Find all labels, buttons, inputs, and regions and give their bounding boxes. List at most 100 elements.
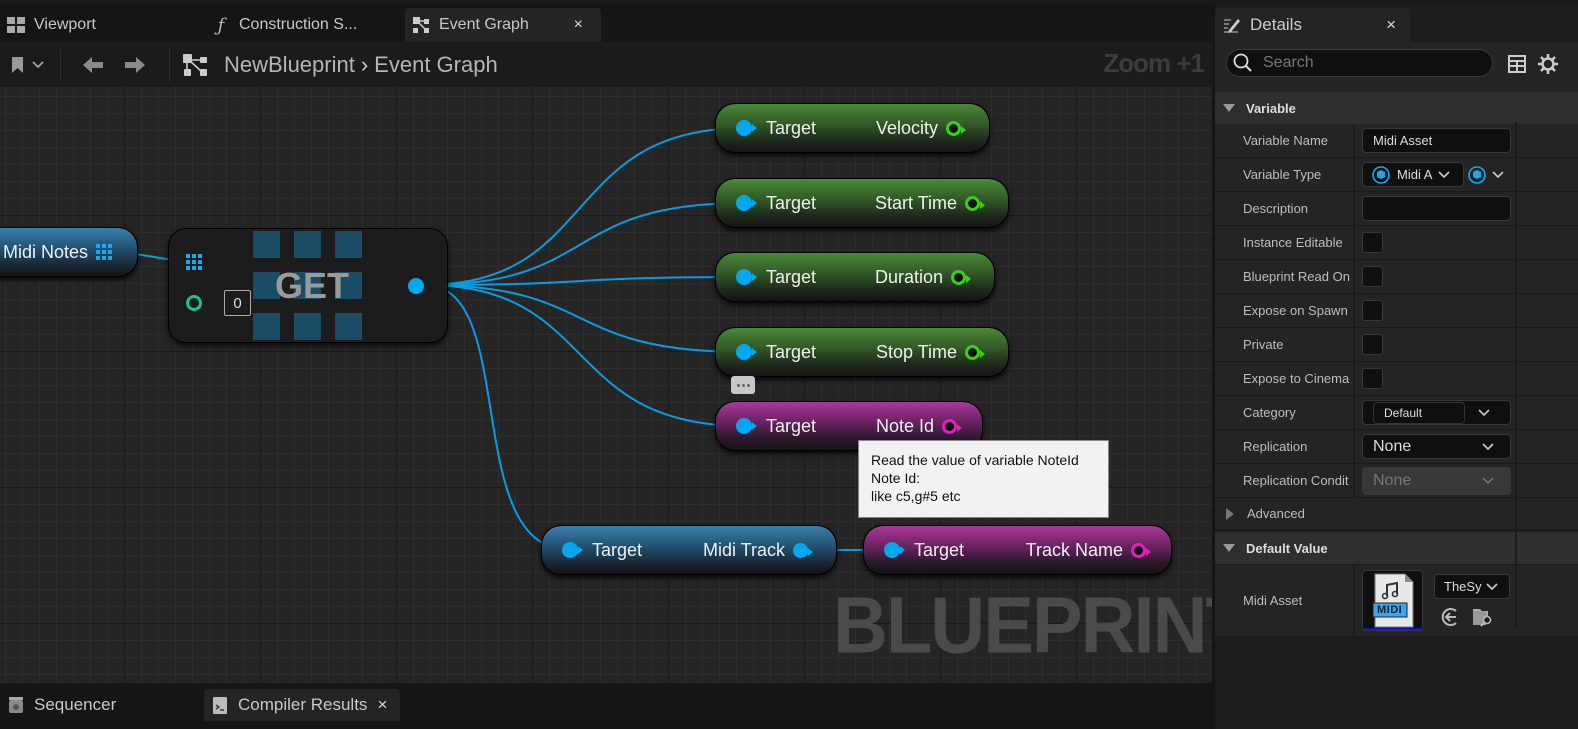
tab-construction-script[interactable]: ƒ Construction S... [205,8,400,42]
prop-private: Private [1215,328,1578,362]
zoom-level: Zoom +1 [1103,48,1205,78]
prop-replication-condition: Replication Condit None [1215,464,1578,498]
prop-label: Variable Type [1215,158,1355,191]
duration-node[interactable]: Target Duration [715,252,995,302]
table-view-icon[interactable] [1508,55,1526,73]
start-time-node[interactable]: Target Start Time [715,178,1009,228]
string-pin-icon[interactable] [942,418,962,434]
asset-picker-dropdown[interactable]: TheSy [1434,574,1510,599]
private-checkbox[interactable] [1362,334,1383,355]
divider [169,48,170,81]
input-label: Target [766,117,817,138]
replication-value: None [1373,437,1412,455]
details-tab[interactable]: Details × [1215,8,1410,42]
section-label: Advanced [1247,506,1305,521]
float-pin-icon[interactable] [965,344,985,360]
expose-to-cinematics-checkbox[interactable] [1362,368,1383,389]
index-input[interactable]: 0 [224,290,251,316]
category-combobox[interactable]: Default [1362,400,1511,425]
chevron-down-icon [1482,442,1494,450]
search-icon [1233,53,1252,72]
close-tab-button[interactable]: × [574,16,583,34]
blueprint-read-only-checkbox[interactable] [1362,266,1383,287]
midi-track-node[interactable]: Target Midi Track [541,525,837,575]
midi-notes-variable-node[interactable]: Midi Notes [0,227,138,277]
tab-viewport[interactable]: Viewport [0,8,200,42]
asset-thumbnail[interactable]: MIDI [1362,570,1423,631]
float-pin-icon[interactable] [951,269,971,285]
description-input[interactable] [1362,196,1511,221]
details-search-input[interactable]: Search [1226,49,1493,77]
comment-bubble-icon[interactable] [731,376,755,394]
index-pin-icon[interactable] [186,295,202,311]
prop-label: Description [1215,192,1355,225]
triangle-down-icon [1223,104,1235,112]
string-pin-icon[interactable] [1131,542,1151,558]
category-input[interactable]: Default [1373,402,1465,424]
tab-event-graph[interactable]: Event Graph × [405,8,601,42]
prop-description: Description [1215,192,1578,226]
instance-editable-checkbox[interactable] [1362,232,1383,253]
back-button[interactable] [73,55,113,75]
tab-sequencer[interactable]: Sequencer [0,689,200,721]
tab-compiler-results[interactable]: Compiler Results × [204,689,400,721]
target-pin-icon[interactable] [736,195,757,211]
breadcrumb-root[interactable]: NewBlueprint [224,52,355,78]
graph-canvas[interactable]: Midi Notes GET 0 Target Velocity Target St… [0,87,1212,683]
section-default-value[interactable]: Default Value [1215,532,1578,564]
prop-label: Instance Editable [1215,226,1355,259]
replication-dropdown[interactable]: None [1362,434,1511,459]
output-pin-icon[interactable] [408,278,424,294]
prop-category: Category Default [1215,396,1578,430]
float-pin-icon[interactable] [965,195,985,211]
sequencer-icon [8,696,24,714]
target-pin-icon[interactable] [562,542,583,558]
bookmark-button[interactable] [10,56,52,74]
wire [424,127,746,286]
target-pin-icon[interactable] [736,418,757,434]
target-pin-icon[interactable] [736,344,757,360]
midi-badge: MIDI [1377,604,1403,616]
chevron-down-icon [1478,409,1490,417]
details-edit-icon [1222,16,1240,34]
array-get-node[interactable]: GET 0 [168,228,448,343]
container-type-dropdown[interactable] [1468,165,1504,184]
array-pin-icon[interactable] [96,244,113,260]
close-details-button[interactable]: × [1386,15,1396,35]
variable-name-input[interactable]: Midi Asset [1362,128,1511,153]
use-selected-asset-icon[interactable] [1440,607,1460,627]
expose-on-spawn-checkbox[interactable] [1362,300,1383,321]
single-container-icon [1468,165,1486,184]
forward-button[interactable] [113,55,157,75]
prop-label: Private [1215,328,1355,361]
browse-asset-icon[interactable] [1472,607,1494,627]
section-advanced[interactable]: Advanced [1215,498,1578,530]
target-pin-icon[interactable] [736,269,757,285]
asset-name: TheSy [1444,579,1482,594]
track-name-node[interactable]: Target Track Name [863,525,1172,575]
object-pin-icon[interactable] [793,542,813,558]
midi-file-icon [1363,573,1422,630]
tab-label: Compiler Results [238,695,368,714]
close-tab-button[interactable]: × [377,695,387,715]
float-pin-icon[interactable] [946,120,966,136]
graph-icon [182,53,208,77]
editor-tab-bar: Viewport ƒ Construction S... Event Graph… [0,4,1212,42]
prop-label: Blueprint Read On [1215,260,1355,293]
settings-gear-icon[interactable] [1538,54,1558,74]
output-label: Stop Time [875,341,957,362]
stop-time-node[interactable]: Target Stop Time [715,327,1009,377]
tooltip-line: Note Id: [871,470,921,486]
target-pin-icon[interactable] [736,120,757,136]
details-panel: Details × Search Variable Variable Name … [1215,4,1578,729]
wire [424,202,746,286]
prop-expose-to-cinematics: Expose to Cinema [1215,362,1578,396]
velocity-node[interactable]: Target Velocity [715,103,990,153]
graph-icon [411,15,431,35]
section-variable[interactable]: Variable [1215,92,1578,124]
prop-instance-editable: Instance Editable [1215,226,1578,260]
array-input-pin-icon[interactable] [186,254,202,270]
prop-midi-asset: Midi Asset MIDI TheSy [1215,565,1578,637]
target-pin-icon[interactable] [884,542,905,558]
variable-type-dropdown[interactable]: Midi A [1362,162,1464,187]
